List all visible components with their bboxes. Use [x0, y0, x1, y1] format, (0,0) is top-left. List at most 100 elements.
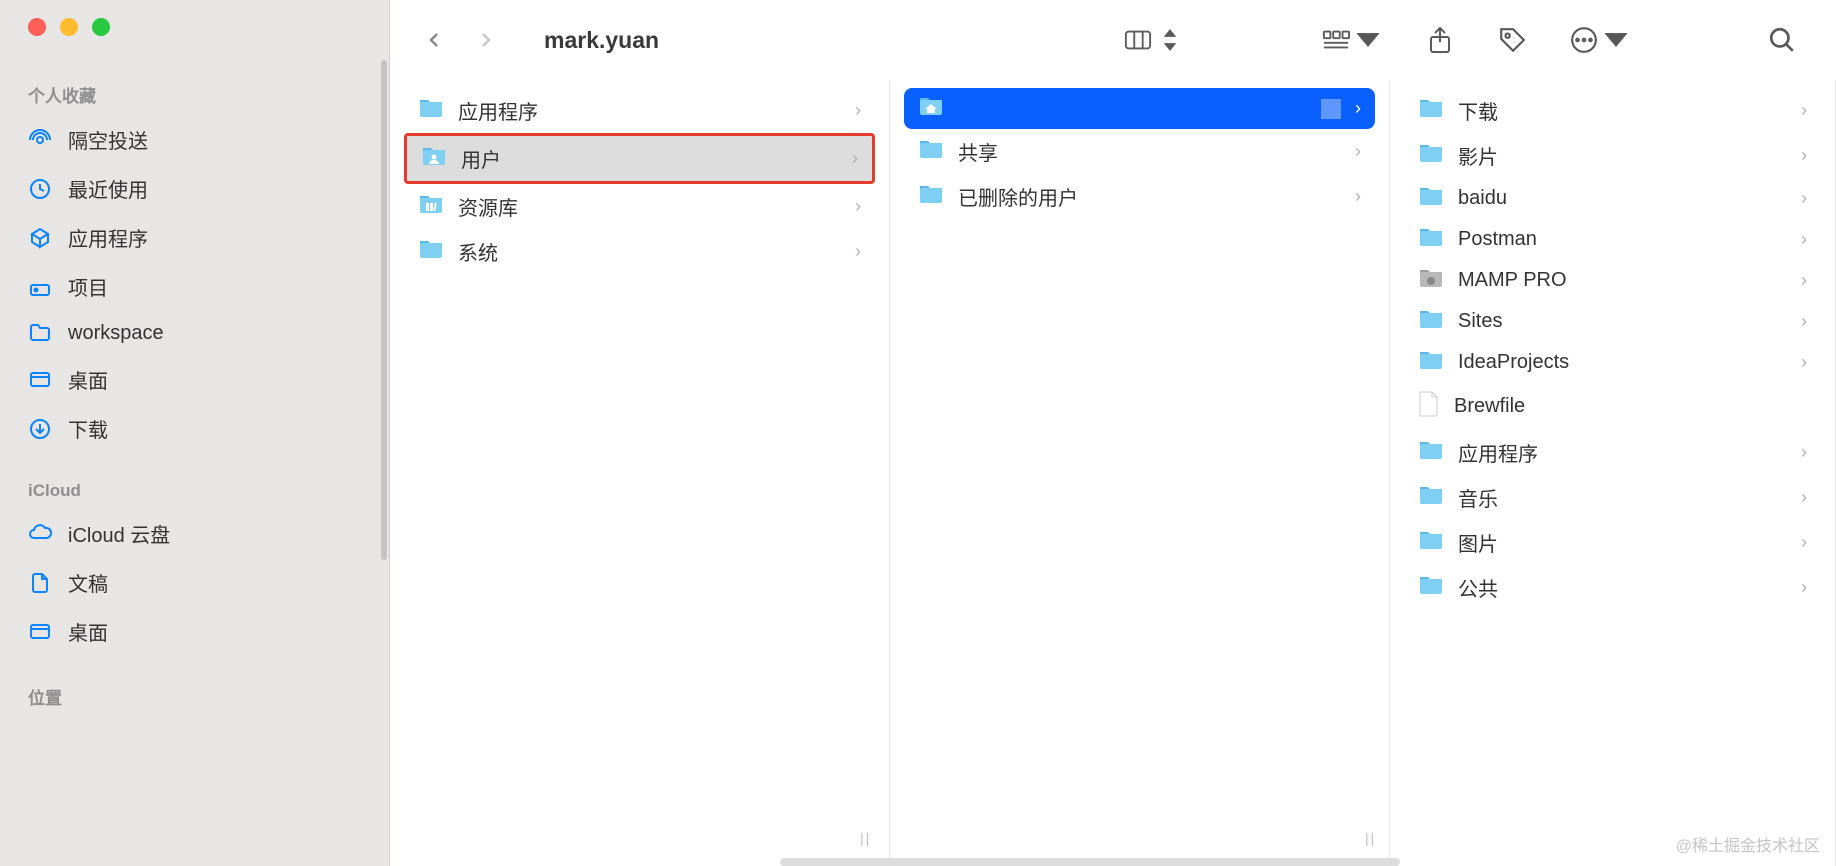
sidebar-item-label: 隔空投送 [68, 125, 148, 154]
search-button[interactable] [1758, 26, 1806, 54]
file-row[interactable]: 用户› [404, 133, 875, 184]
file-label: MAMP PRO [1458, 269, 1787, 292]
folder-icon [1418, 98, 1444, 123]
file-row[interactable]: IdeaProjects› [1404, 342, 1821, 383]
file-row[interactable]: 音乐› [1404, 475, 1821, 520]
sidebar-item-cloud[interactable]: iCloud 云盘 [0, 509, 389, 558]
file-row[interactable]: MAMP PRO› [1404, 260, 1821, 301]
chevron-right-icon: › [855, 241, 861, 262]
file-label: 应用程序 [1458, 438, 1787, 467]
folder-icon [1418, 530, 1444, 555]
sidebar-item-desktop[interactable]: 桌面 [0, 355, 389, 404]
folder-icon [1418, 485, 1444, 510]
file-row[interactable]: › [904, 88, 1375, 129]
sidebar-item-label: 项目 [68, 272, 108, 301]
sidebar-item-label: 最近使用 [68, 174, 148, 203]
file-label: baidu [1458, 187, 1787, 210]
chevron-right-icon: › [1355, 141, 1361, 162]
download-icon [28, 417, 52, 441]
file-row[interactable]: 应用程序› [404, 88, 875, 133]
sidebar-item-label: 桌面 [68, 365, 108, 394]
file-row[interactable]: 应用程序 › [1404, 430, 1821, 475]
chevron-right-icon: › [1355, 98, 1361, 119]
column-resize-handle[interactable]: || [1365, 830, 1376, 846]
watermark: @稀土掘金技术社区 [1676, 832, 1820, 856]
file-row[interactable]: 图片› [1404, 520, 1821, 565]
chevron-right-icon: › [1801, 188, 1807, 209]
file-row[interactable]: 下载› [1404, 88, 1821, 133]
file-label: Postman [1458, 228, 1787, 251]
sidebar-item-label: workspace [68, 322, 164, 345]
clock-icon [28, 177, 52, 201]
file-row[interactable]: 影片 › [1404, 133, 1821, 178]
view-columns-button[interactable] [1114, 26, 1194, 54]
column-2: ›共享›已删除的用户› [890, 80, 1390, 866]
chevron-right-icon: › [855, 100, 861, 121]
chevron-right-icon: › [852, 148, 858, 169]
folder-icon [918, 184, 944, 209]
folder-icon [1418, 186, 1444, 211]
folder-icon [418, 194, 444, 219]
file-label: 影片 [1458, 141, 1787, 170]
window-controls [0, 18, 389, 36]
file-label: 共享 [958, 137, 1341, 166]
chevron-right-icon: › [855, 196, 861, 217]
tags-button[interactable] [1488, 26, 1536, 54]
file-row[interactable]: Postman › [1404, 219, 1821, 260]
file-row[interactable]: 系统 › [404, 229, 875, 274]
sidebar-item-clock[interactable]: 最近使用 [0, 164, 389, 213]
column-resize-handle[interactable]: || [860, 830, 871, 846]
sidebar-item-desktop[interactable]: 桌面 [0, 607, 389, 656]
forward-button[interactable] [472, 26, 500, 54]
chevron-right-icon: › [1355, 186, 1361, 207]
group-button[interactable] [1312, 26, 1392, 54]
folder-icon [421, 146, 447, 171]
chevron-right-icon: › [1801, 352, 1807, 373]
chevron-right-icon: › [1801, 145, 1807, 166]
sidebar-item-airdrop[interactable]: 隔空投送 [0, 115, 389, 164]
file-row[interactable]: 资源库 › [404, 184, 875, 229]
chevron-right-icon: › [1801, 229, 1807, 250]
back-button[interactable] [420, 26, 448, 54]
file-row[interactable]: baidu › [1404, 178, 1821, 219]
sidebar-item-label: iCloud 云盘 [68, 519, 170, 548]
more-button[interactable] [1560, 26, 1640, 54]
app-icon [28, 226, 52, 250]
file-label: 公共 [1458, 573, 1787, 602]
sidebar-section-title: 位置 [0, 676, 389, 717]
file-row[interactable]: 公共› [1404, 565, 1821, 610]
horizontal-scrollbar[interactable] [780, 858, 1400, 866]
file-label: 系统 [458, 237, 841, 266]
sidebar-item-app[interactable]: 应用程序 [0, 213, 389, 262]
file-row[interactable]: Sites› [1404, 301, 1821, 342]
file-label: 图片 [1458, 528, 1787, 557]
sidebar-item-folder[interactable]: workspace [0, 311, 389, 355]
chevron-right-icon: › [1801, 442, 1807, 463]
file-row[interactable]: 共享 › [904, 129, 1375, 174]
share-button[interactable] [1416, 26, 1464, 54]
sidebar-item-download[interactable]: 下载 [0, 404, 389, 453]
minimize-button[interactable] [60, 18, 78, 36]
desktop-icon [28, 620, 52, 644]
airdrop-icon [28, 128, 52, 152]
maximize-button[interactable] [92, 18, 110, 36]
folder-icon [1418, 227, 1444, 252]
close-button[interactable] [28, 18, 46, 36]
file-row[interactable]: Brewfile [1404, 383, 1821, 430]
folder-icon [28, 321, 52, 345]
folder-icon [918, 139, 944, 164]
sidebar-item-stack[interactable]: 项目 [0, 262, 389, 311]
folder-icon [1418, 440, 1444, 465]
file-label: 下载 [1458, 96, 1787, 125]
window-title: mark.yuan [544, 27, 659, 54]
column-3: 下载›影片›baidu›Postman›MAMP PRO›Sites›IdeaP… [1390, 80, 1836, 866]
cloud-icon [28, 522, 52, 546]
file-label: Brewfile [1454, 395, 1807, 418]
folder-icon [1418, 350, 1444, 375]
chevron-right-icon: › [1801, 487, 1807, 508]
file-row[interactable]: 已删除的用户› [904, 174, 1375, 219]
sidebar-scrollbar[interactable] [381, 60, 387, 560]
file-label: Sites [1458, 310, 1787, 333]
file-label: 资源库 [458, 192, 841, 221]
sidebar-item-doc[interactable]: 文稿 [0, 558, 389, 607]
